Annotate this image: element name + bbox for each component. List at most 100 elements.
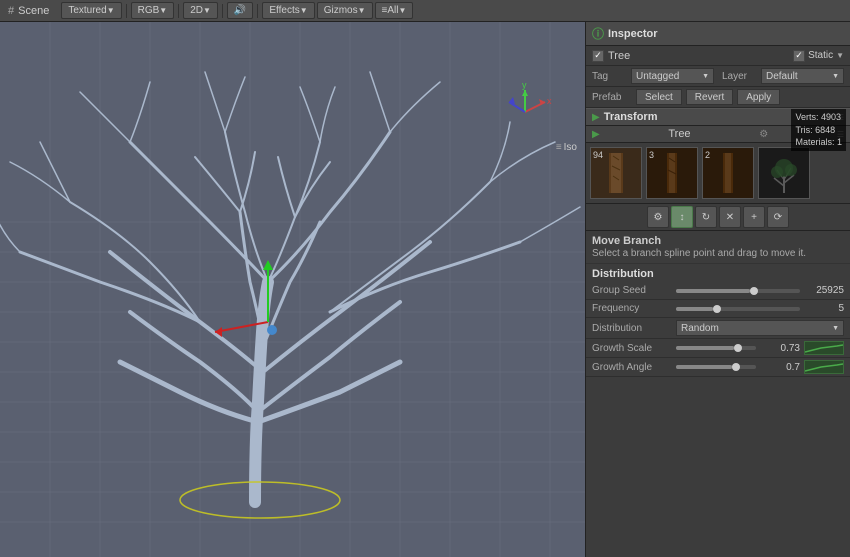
stats-tris: Tris: 6848 [795, 124, 842, 137]
thumb2-label: 3 [649, 150, 654, 160]
growth-angle-value: 0.7 [760, 362, 800, 373]
sep2 [178, 4, 179, 18]
inspector-title-container: ⓘ Inspector [592, 25, 658, 42]
viewport[interactable]: x y ≡ Iso [0, 22, 585, 557]
iso-label: ≡ Iso [556, 142, 577, 153]
distribution-dropdown[interactable]: Random [676, 320, 844, 336]
growth-scale-row: Growth Scale 0.73 [586, 339, 850, 358]
inspector-title-text: Inspector [608, 28, 658, 40]
sep1 [126, 4, 127, 18]
growth-angle-thumb[interactable] [732, 363, 740, 371]
transform-arrow-icon: ▶ [592, 112, 600, 123]
stats-verts: Verts: 4903 [795, 111, 842, 124]
growth-scale-label: Growth Scale [592, 343, 672, 354]
hash-icon: # [8, 5, 14, 17]
static-checkbox[interactable] [793, 50, 805, 62]
layer-value: Default [766, 71, 798, 82]
thumbnail-2[interactable]: 3 [646, 147, 698, 199]
properties-panel: Move Branch Select a branch spline point… [586, 231, 850, 557]
growth-scale-graph[interactable] [804, 341, 844, 355]
prefab-apply-button[interactable]: Apply [737, 89, 780, 105]
frequency-slider[interactable] [676, 307, 800, 311]
thumbnails-container: 94 3 [586, 143, 850, 203]
distribution-label: Distribution [592, 323, 672, 334]
thumb3-label: 2 [705, 150, 710, 160]
thumbnail-3[interactable]: 2 [702, 147, 754, 199]
distribution-header: Distribution [586, 264, 850, 282]
thumbnail-4[interactable] [758, 147, 810, 199]
svg-text:y: y [522, 82, 527, 90]
scene-toolbar: Textured RGB 2D 🔊 Effects Gizmos ≡All [57, 2, 417, 19]
inspector-panel: ⓘ Inspector Tree Static ▼ Tag Untagged L… [585, 22, 850, 557]
inspector-icon: ⓘ [592, 25, 604, 42]
audio-btn[interactable]: 🔊 [227, 2, 253, 19]
group-seed-thumb[interactable] [750, 287, 758, 295]
orientation-gizmo: x y [495, 82, 555, 142]
main-content: x y ≡ Iso ⓘ Inspector Tree [0, 22, 850, 557]
tag-dropdown[interactable]: Untagged [631, 68, 714, 84]
thumbnail-1[interactable]: 94 [590, 147, 642, 199]
color-mode-dropdown[interactable]: RGB [131, 2, 175, 19]
icon-toolbar: ⚙ ↕ ↻ ✕ + ⟳ [586, 203, 850, 231]
tree-section-label: Tree [668, 128, 690, 140]
object-name-row: Tree Static ▼ [586, 46, 850, 66]
sep3 [222, 4, 223, 18]
layer-dropdown[interactable]: Default [761, 68, 844, 84]
iso-lines-icon: ≡ [556, 142, 562, 153]
prefab-select-button[interactable]: Select [636, 89, 682, 105]
frequency-fill [676, 307, 713, 311]
tag-row: Tag Untagged Layer Default [586, 66, 850, 87]
growth-angle-row: Growth Angle 0.7 [586, 358, 850, 377]
growth-angle-label: Growth Angle [592, 362, 672, 373]
stats-materials: Materials: 1 [795, 136, 842, 149]
refresh-icon-btn[interactable]: ⟳ [767, 206, 789, 228]
thumb3-preview [703, 148, 753, 198]
growth-scale-slider-container [676, 346, 756, 350]
move-branch-icon-btn[interactable]: ↕ [671, 206, 693, 228]
shading-dropdown[interactable]: Textured [61, 2, 121, 19]
growth-angle-graph[interactable] [804, 360, 844, 374]
layer-label: Layer [722, 71, 757, 82]
view-dropdown[interactable]: 2D [183, 2, 218, 19]
layers-dropdown[interactable]: ≡All [375, 2, 414, 19]
prefab-row: Prefab Select Revert Apply [586, 87, 850, 108]
growth-scale-slider[interactable] [676, 346, 756, 350]
growth-scale-graph-svg [805, 342, 843, 354]
growth-angle-slider[interactable] [676, 365, 756, 369]
tree-gear-icon[interactable]: ⚙ [759, 129, 768, 140]
growth-scale-value: 0.73 [760, 343, 800, 354]
frequency-thumb[interactable] [713, 305, 721, 313]
group-seed-value: 25925 [804, 285, 844, 296]
settings-icon-btn[interactable]: ⚙ [647, 206, 669, 228]
tree-arrow-icon: ▶ [592, 129, 600, 140]
distribution-value: Random [681, 323, 719, 334]
growth-scale-thumb[interactable] [734, 344, 742, 352]
group-seed-fill [676, 289, 750, 293]
top-bar: # Scene Textured RGB 2D 🔊 Effects Gizmos… [0, 0, 850, 22]
group-seed-slider[interactable] [676, 289, 800, 293]
thumb4-preview [759, 148, 809, 198]
static-dropdown-arrow[interactable]: ▼ [836, 51, 844, 60]
prefab-revert-button[interactable]: Revert [686, 89, 733, 105]
object-name[interactable]: Tree [608, 50, 789, 62]
scene-label: Scene [18, 5, 49, 17]
transform-label: Transform [604, 111, 820, 123]
tag-value: Untagged [636, 71, 679, 82]
rotate-branch-icon-btn[interactable]: ↻ [695, 206, 717, 228]
gizmo-area: x y [495, 82, 555, 142]
growth-scale-fill [676, 346, 734, 350]
distribution-row: Distribution Random [586, 318, 850, 339]
add-icon-btn[interactable]: + [743, 206, 765, 228]
svg-text:x: x [547, 96, 552, 106]
delete-icon-btn[interactable]: ✕ [719, 206, 741, 228]
effects-dropdown[interactable]: Effects [262, 2, 314, 19]
static-label: Static [808, 50, 833, 61]
gizmos-dropdown[interactable]: Gizmos [317, 2, 373, 19]
object-enabled-checkbox[interactable] [592, 50, 604, 62]
sep4 [257, 4, 258, 18]
iso-text: Iso [564, 142, 577, 153]
growth-angle-slider-container [676, 365, 756, 369]
group-seed-row: Group Seed 25925 [586, 282, 850, 300]
move-branch-desc: Select a branch spline point and drag to… [586, 248, 850, 264]
frequency-value: 5 [804, 303, 844, 314]
